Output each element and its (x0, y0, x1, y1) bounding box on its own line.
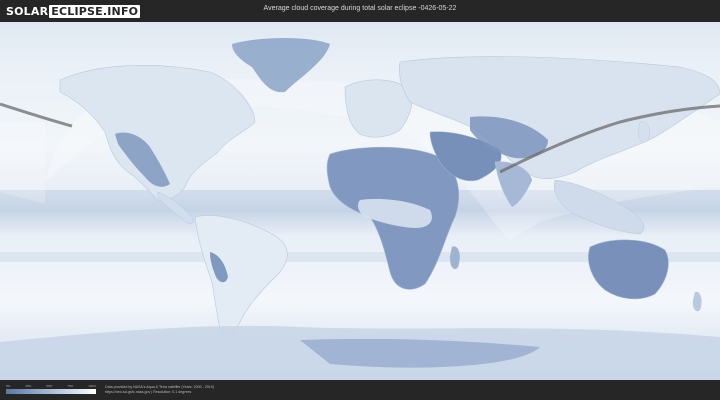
header-bar: SOLAR ECLIPSE.INFO Average cloud coverag… (0, 0, 720, 22)
scale-tick: 50% (46, 384, 53, 388)
cloud-coverage-scale: 0% 25% 50% 75% 100% (6, 384, 96, 394)
data-credits: Data provided by NASA's Aqua & Terra sat… (105, 385, 214, 395)
logo-eclipse-info: ECLIPSE.INFO (49, 4, 141, 18)
land-madagascar (449, 246, 460, 270)
footer-bar: 0% 25% 50% 75% 100% Data provided by NAS… (0, 380, 720, 400)
scale-tick: 100% (88, 384, 96, 388)
scale-gradient-bar (6, 389, 96, 394)
credits-line-2[interactable]: https://neo.sci.gsfc.nasa.gov | Resoluti… (105, 390, 214, 395)
cloud-coverage-map (0, 22, 720, 380)
world-map-svg (0, 22, 720, 380)
logo-solar: SOLAR (6, 4, 49, 18)
scale-tick: 75% (67, 384, 74, 388)
page-title: Average cloud coverage during total sola… (263, 5, 457, 12)
scale-tick: 0% (6, 384, 11, 388)
scale-tick: 25% (25, 384, 32, 388)
site-logo[interactable]: SOLAR ECLIPSE.INFO (6, 3, 141, 19)
land-japan (637, 121, 650, 143)
eclipse-visibility-shade-west (0, 122, 45, 204)
scale-ticks: 0% 25% 50% 75% 100% (6, 384, 96, 388)
